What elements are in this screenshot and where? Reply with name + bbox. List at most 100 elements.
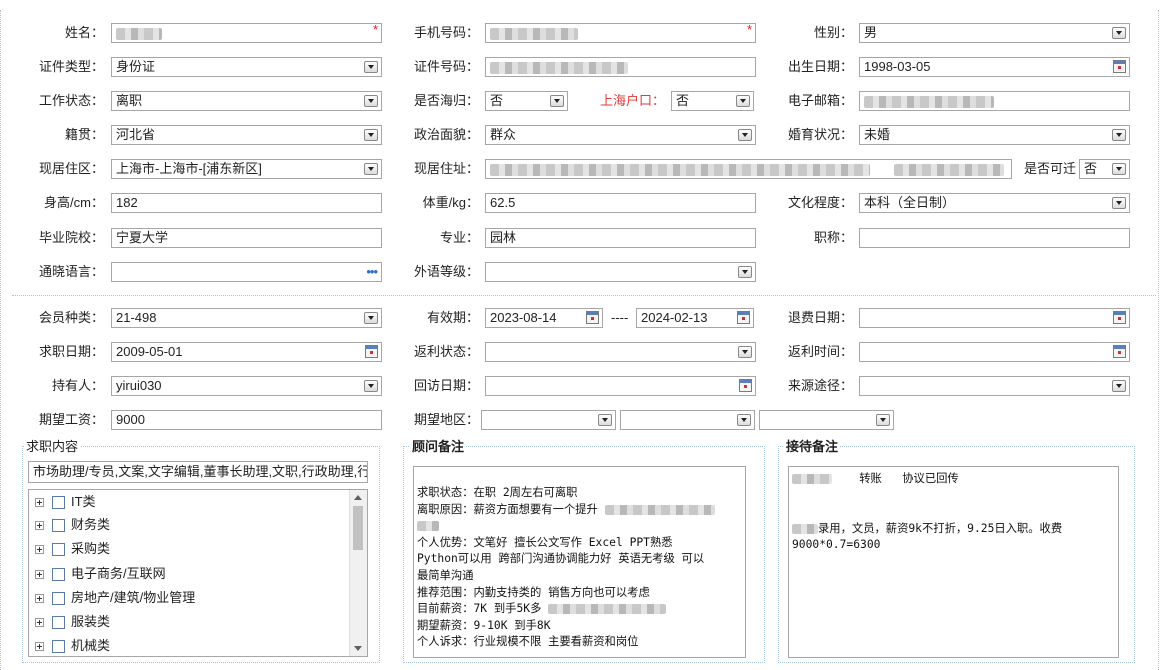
expand-icon[interactable]	[35, 642, 44, 652]
tree-scrollbar[interactable]	[349, 490, 367, 656]
name-input[interactable]: *	[111, 23, 382, 43]
valid-to-input[interactable]: 2024-02-13	[636, 308, 754, 328]
native-select[interactable]: 河北省	[111, 125, 382, 145]
note-line: Python可以用 跨部门沟通协调能力好 英语无考级 可以	[417, 552, 705, 566]
title-input[interactable]	[859, 228, 1130, 248]
chevron-down-icon[interactable]	[1112, 163, 1126, 175]
region-province-select[interactable]	[481, 410, 616, 430]
mobile-input[interactable]: *	[485, 23, 756, 43]
chevron-down-icon[interactable]	[1112, 197, 1126, 209]
expand-icon[interactable]	[35, 498, 44, 508]
chevron-down-icon[interactable]	[737, 414, 751, 426]
checkbox[interactable]	[52, 592, 65, 606]
calendar-icon[interactable]	[1113, 60, 1126, 73]
region-city-select[interactable]	[620, 410, 755, 430]
redacted-text	[548, 604, 667, 615]
tree-item[interactable]: IT类	[35, 491, 96, 513]
checkbox[interactable]	[52, 616, 65, 630]
calendar-icon[interactable]	[739, 379, 752, 392]
id-type-select[interactable]: 身份证	[111, 57, 382, 77]
language-input[interactable]: •••	[111, 262, 382, 282]
chevron-down-icon[interactable]	[550, 95, 564, 107]
checkbox[interactable]	[52, 519, 65, 533]
source-select[interactable]	[859, 376, 1130, 396]
id-no-input[interactable]	[485, 57, 756, 77]
birth-date-input[interactable]: 1998-03-05	[859, 57, 1130, 77]
foreign-level-select[interactable]	[485, 262, 756, 282]
job-summary-input[interactable]: 市场助理/专员,文案,文字编辑,董事长助理,文职,行政助理,行	[28, 461, 368, 483]
chevron-down-icon[interactable]	[598, 414, 612, 426]
chevron-down-icon[interactable]	[364, 95, 378, 107]
rebate-status-select[interactable]	[485, 342, 756, 362]
chevron-down-icon[interactable]	[1112, 129, 1126, 141]
expand-icon[interactable]	[35, 545, 44, 555]
chevron-down-icon[interactable]	[1112, 380, 1126, 392]
relocate-select[interactable]: 否	[1079, 159, 1130, 179]
relocate-label: 是否可迁	[1023, 161, 1076, 176]
scroll-down-icon[interactable]	[354, 646, 362, 651]
gender-select[interactable]: 男	[859, 23, 1130, 43]
valid-from-input[interactable]: 2023-08-14	[485, 308, 603, 328]
job-category-tree[interactable]: IT类 财务类 采购类 电子商务/互联网 房地产/建筑/物业管理 服装类 机械类	[28, 489, 368, 657]
chevron-down-icon[interactable]	[876, 414, 890, 426]
tree-item[interactable]: 采购类	[35, 538, 110, 560]
checkbox[interactable]	[52, 496, 65, 510]
chevron-down-icon[interactable]	[364, 163, 378, 175]
chevron-down-icon[interactable]	[1112, 27, 1126, 39]
required-asterisk: *	[746, 23, 752, 37]
calendar-icon[interactable]	[737, 311, 750, 324]
calendar-icon[interactable]	[1113, 345, 1126, 358]
chevron-down-icon[interactable]	[738, 129, 752, 141]
chevron-down-icon[interactable]	[364, 312, 378, 324]
returnee-select[interactable]: 否	[485, 91, 568, 111]
tree-item[interactable]: 机械类	[35, 635, 110, 656]
education-value: 本科（全日制）	[864, 195, 956, 210]
checkbox[interactable]	[52, 568, 65, 582]
expand-icon[interactable]	[35, 618, 44, 628]
visit-date-input[interactable]	[485, 376, 756, 396]
education-select[interactable]: 本科（全日制）	[859, 193, 1130, 213]
calendar-icon[interactable]	[586, 311, 599, 324]
chevron-down-icon[interactable]	[738, 346, 752, 358]
holder-select[interactable]: yirui030	[111, 376, 382, 396]
scroll-thumb[interactable]	[353, 506, 363, 550]
school-input[interactable]: 宁夏大学	[111, 228, 382, 248]
chevron-down-icon[interactable]	[364, 61, 378, 73]
work-status-select[interactable]: 离职	[111, 91, 382, 111]
marital-select[interactable]: 未婚	[859, 125, 1130, 145]
calendar-icon[interactable]	[1113, 311, 1126, 324]
refund-date-input[interactable]	[859, 308, 1130, 328]
address-input[interactable]	[485, 159, 1012, 179]
tree-item[interactable]: 房地产/建筑/物业管理	[35, 587, 195, 609]
checkbox[interactable]	[52, 640, 65, 654]
region-district-select[interactable]	[759, 410, 894, 430]
tree-item[interactable]: 财务类	[35, 514, 110, 536]
residence-area-select[interactable]: 上海市-上海市-[浦东新区]	[111, 159, 382, 179]
expand-icon[interactable]	[35, 594, 44, 604]
chevron-down-icon[interactable]	[364, 380, 378, 392]
expand-icon[interactable]	[35, 521, 44, 531]
calendar-icon[interactable]	[365, 345, 378, 358]
chevron-down-icon[interactable]	[738, 266, 752, 278]
chevron-down-icon[interactable]	[364, 129, 378, 141]
reception-notes-textarea[interactable]: 转账 协议已回传 录用，文员，薪资9k不打折，9.25日入职。收费 9000*0…	[788, 466, 1119, 658]
major-input[interactable]: 园林	[485, 228, 756, 248]
political-select[interactable]: 群众	[485, 125, 756, 145]
salary-value: 9000	[116, 412, 145, 427]
consultant-notes-textarea[interactable]: 求职状态：在职 2周左右可离职 离职原因：薪资方面想要有一个提升 个人优势：文笔…	[413, 466, 746, 658]
height-input[interactable]: 182	[111, 193, 382, 213]
scroll-up-icon[interactable]	[354, 495, 362, 500]
member-type-select[interactable]: 21-498	[111, 308, 382, 328]
tree-item[interactable]: 服装类	[35, 611, 110, 633]
chevron-down-icon[interactable]	[736, 95, 750, 107]
weight-input[interactable]: 62.5	[485, 193, 756, 213]
email-input[interactable]	[859, 91, 1130, 111]
hukou-select[interactable]: 否	[671, 91, 754, 111]
job-date-input[interactable]: 2009-05-01	[111, 342, 382, 362]
checkbox[interactable]	[52, 543, 65, 557]
salary-input[interactable]: 9000	[111, 410, 382, 430]
tree-item[interactable]: 电子商务/互联网	[35, 563, 166, 585]
expand-icon[interactable]	[35, 570, 44, 580]
rebate-time-input[interactable]	[859, 342, 1130, 362]
ellipsis-icon[interactable]: •••	[366, 264, 378, 280]
